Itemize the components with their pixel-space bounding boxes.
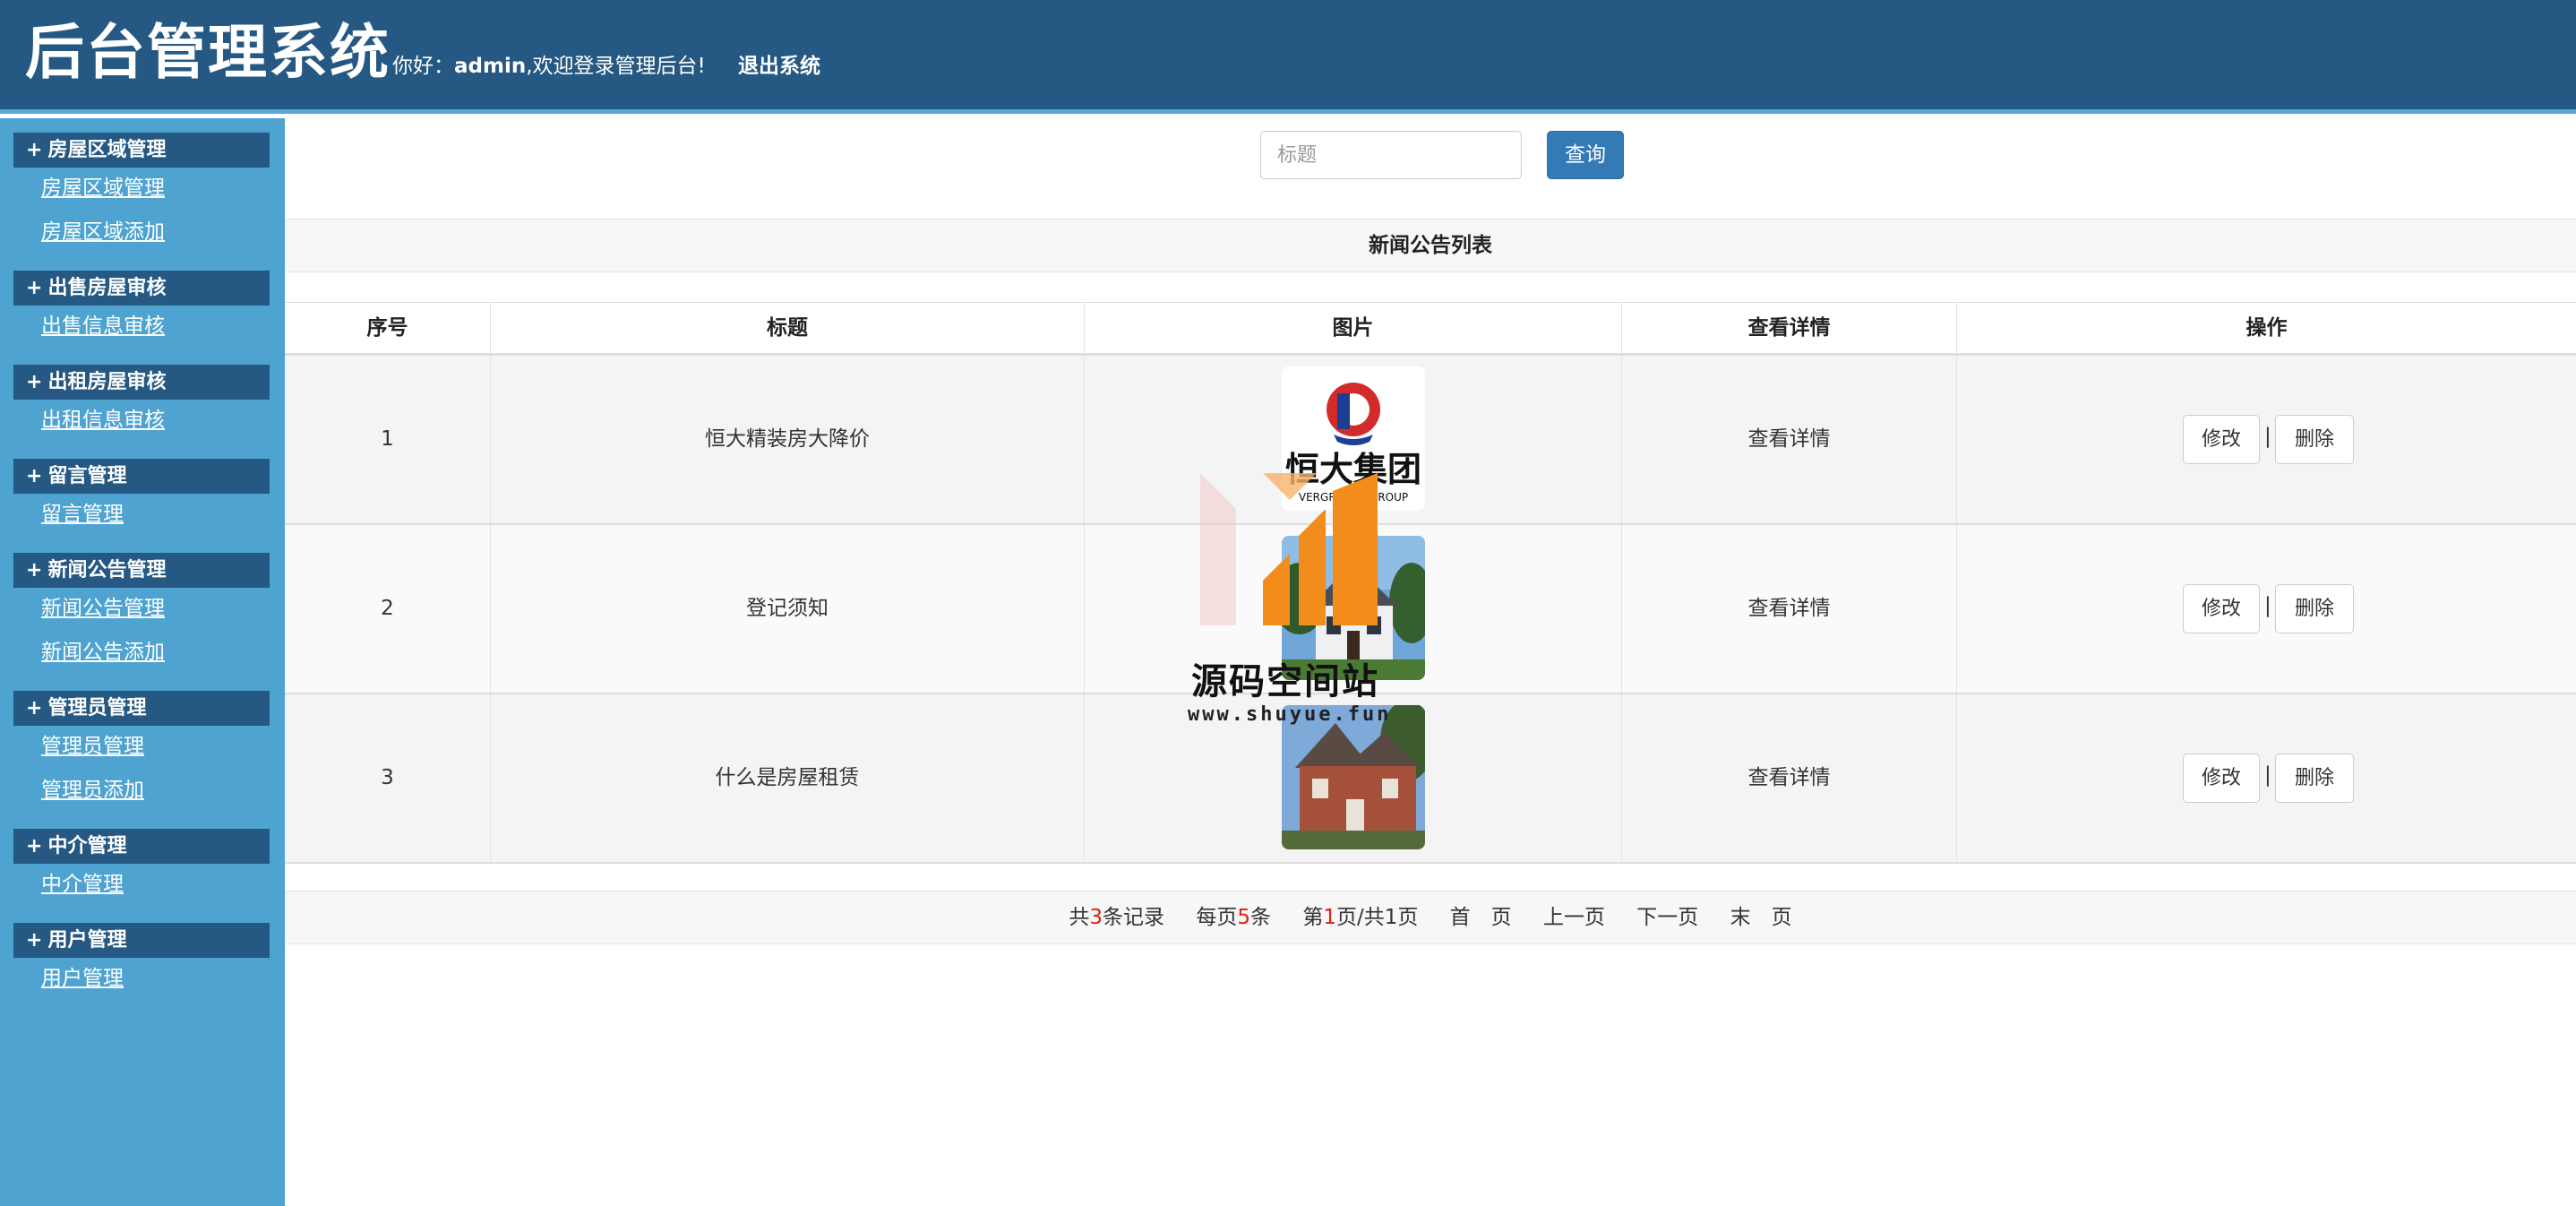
edit-button[interactable]: 修改 xyxy=(2183,584,2260,633)
row-index: 1 xyxy=(285,356,491,523)
sidebar-link-users[interactable]: 用户管理 xyxy=(41,965,124,992)
table-row: 3 什么是房屋租赁 查看详情 修改 | 删除 xyxy=(285,694,2576,864)
sidebar-link-agents[interactable]: 中介管理 xyxy=(41,871,124,898)
column-header-actions: 操作 xyxy=(2245,316,2288,340)
logo-text: 恒大集团 xyxy=(1285,450,1421,489)
sidebar-group-label: 房屋区域管理 xyxy=(47,139,167,161)
pagination-bar: 共3条记录 每页5条 第1页/共1页 首 页 上一页 下一页 末 页 xyxy=(285,891,2576,944)
plus-icon: + xyxy=(26,559,43,581)
sidebar-link-sale-review[interactable]: 出售信息审核 xyxy=(41,313,165,340)
sidebar-group-messages[interactable]: + 留言管理 xyxy=(13,459,270,494)
sidebar-link-house-area-manage[interactable]: 房屋区域管理 xyxy=(41,175,165,202)
top-header: 后台管理系统 你好：admin,欢迎登录管理后台! 退出系统 xyxy=(0,0,2576,114)
view-detail-link[interactable]: 查看详情 xyxy=(1622,525,1957,693)
sidebar-group-label: 用户管理 xyxy=(47,929,127,952)
sidebar-group-label: 出售房屋审核 xyxy=(47,277,167,299)
sidebar-link-messages[interactable]: 留言管理 xyxy=(41,501,124,528)
table-row: 2 登记须知 查看详情 修改 | 删除 xyxy=(285,525,2576,694)
plus-icon: + xyxy=(26,465,43,487)
logo-subtext: VERGRANDE GROUP xyxy=(1299,491,1408,504)
search-button[interactable]: 查询 xyxy=(1547,131,1624,179)
evergrande-logo-image: 恒大集团 VERGRANDE GROUP xyxy=(1282,366,1425,511)
row-title: 什么是房屋租赁 xyxy=(491,694,1085,862)
page-size: 每页5条 xyxy=(1196,906,1271,929)
row-index: 3 xyxy=(285,694,491,862)
sidebar: + 房屋区域管理 房屋区域管理 房屋区域添加 + 出售房屋审核 出售信息审核 + 出租… xyxy=(0,118,285,1206)
sidebar-group-label: 中介管理 xyxy=(47,835,127,857)
table-caption: 新闻公告列表 xyxy=(285,219,2576,272)
sidebar-group-label: 管理员管理 xyxy=(47,697,147,719)
plus-icon: + xyxy=(26,697,43,719)
sidebar-group-label: 出租房屋审核 xyxy=(47,371,167,393)
edit-button[interactable]: 修改 xyxy=(2183,754,2260,803)
sidebar-link-news-manage[interactable]: 新闻公告管理 xyxy=(41,595,165,622)
sidebar-group-users[interactable]: + 用户管理 xyxy=(13,923,270,958)
table-row: 1 恒大精装房大降价 恒大集团 VERGRANDE GROUP 查看详情 修改 … xyxy=(285,356,2576,525)
system-title: 后台管理系统 xyxy=(25,18,391,87)
plus-icon: + xyxy=(26,139,43,161)
welcome-message: 你好：admin,欢迎登录管理后台! xyxy=(392,52,706,81)
sidebar-group-house-area[interactable]: + 房屋区域管理 xyxy=(13,133,270,168)
delete-button[interactable]: 删除 xyxy=(2275,584,2354,633)
sidebar-link-admin-manage[interactable]: 管理员管理 xyxy=(41,733,144,760)
sidebar-link-news-add[interactable]: 新闻公告添加 xyxy=(41,639,165,666)
action-separator: | xyxy=(2264,594,2271,617)
plus-icon: + xyxy=(26,371,43,393)
view-detail-link[interactable]: 查看详情 xyxy=(1622,356,1957,523)
username: admin xyxy=(454,55,527,78)
sidebar-group-rent-review[interactable]: + 出租房屋审核 xyxy=(13,365,270,400)
prev-page-link[interactable]: 上一页 xyxy=(1543,906,1605,929)
table-header-row: 序号 标题 图片 查看详情 操作 xyxy=(285,302,2576,356)
delete-button[interactable]: 删除 xyxy=(2275,415,2354,464)
logout-link[interactable]: 退出系统 xyxy=(738,52,820,81)
first-page-link[interactable]: 首 页 xyxy=(1450,906,1512,929)
sidebar-group-agents[interactable]: + 中介管理 xyxy=(13,829,270,864)
sidebar-group-label: 新闻公告管理 xyxy=(47,559,167,581)
row-title: 登记须知 xyxy=(491,525,1085,693)
sidebar-group-sale-review[interactable]: + 出售房屋审核 xyxy=(13,271,270,306)
column-header-title: 标题 xyxy=(491,303,1085,354)
plus-icon: + xyxy=(26,835,43,857)
action-separator: | xyxy=(2264,763,2271,787)
sidebar-link-admin-add[interactable]: 管理员添加 xyxy=(41,777,144,804)
last-page-link[interactable]: 末 页 xyxy=(1730,906,1792,929)
page-indicator: 第1页/共1页 xyxy=(1302,906,1419,929)
column-header-index: 序号 xyxy=(285,303,491,354)
plus-icon: + xyxy=(26,929,43,952)
sidebar-group-news[interactable]: + 新闻公告管理 xyxy=(13,553,270,588)
row-title: 恒大精装房大降价 xyxy=(491,356,1085,523)
view-detail-link[interactable]: 查看详情 xyxy=(1622,694,1957,862)
welcome-prefix: 你好： xyxy=(392,55,454,78)
next-page-link[interactable]: 下一页 xyxy=(1636,906,1698,929)
brick-house-photo xyxy=(1282,705,1425,849)
sidebar-group-label: 留言管理 xyxy=(47,465,127,487)
title-search-input[interactable] xyxy=(1260,131,1522,179)
white-house-photo xyxy=(1282,536,1425,680)
delete-button[interactable]: 删除 xyxy=(2275,754,2354,803)
column-header-detail: 查看详情 xyxy=(1622,303,1957,354)
edit-button[interactable]: 修改 xyxy=(2183,415,2260,464)
plus-icon: + xyxy=(26,277,43,299)
welcome-suffix: ,欢迎登录管理后台! xyxy=(526,55,706,78)
action-separator: | xyxy=(2264,425,2271,448)
total-records: 共3条记录 xyxy=(1069,906,1165,929)
sidebar-group-admins[interactable]: + 管理员管理 xyxy=(13,691,270,726)
main-content: 查询 新闻公告列表 序号 标题 图片 查看详情 操作 1 恒大精装房大降价 恒大… xyxy=(285,118,2576,1206)
row-index: 2 xyxy=(285,525,491,693)
column-header-image: 图片 xyxy=(1085,303,1622,354)
sidebar-link-house-area-add[interactable]: 房屋区域添加 xyxy=(41,219,165,246)
sidebar-link-rent-review[interactable]: 出租信息审核 xyxy=(41,407,165,434)
